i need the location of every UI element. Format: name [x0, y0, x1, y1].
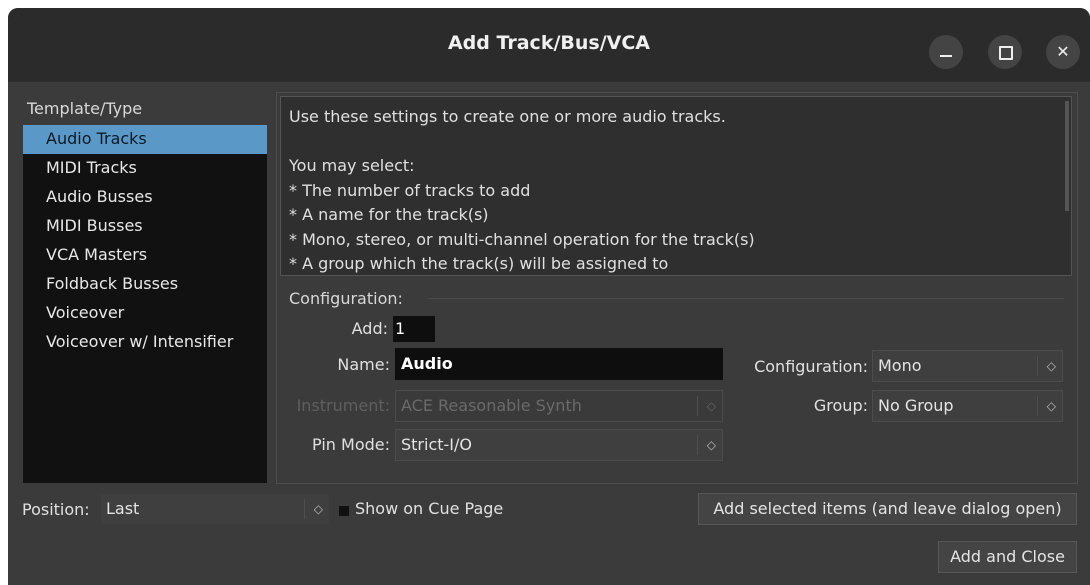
- add-count-input[interactable]: 1: [393, 316, 435, 342]
- group-value: No Group: [878, 396, 954, 415]
- combo-divider: [697, 435, 698, 455]
- show-cue-checkbox[interactable]: [339, 506, 349, 516]
- position-value: Last: [106, 499, 140, 518]
- combo-arrow-icon: ◇: [706, 399, 716, 413]
- combo-arrow-icon: ◇: [313, 502, 323, 516]
- position-label: Position:: [22, 500, 90, 519]
- configuration-separator: [428, 298, 1064, 299]
- instrument-select: ACE Reasonable Synth ◇: [395, 390, 723, 422]
- description-box[interactable]: Use these settings to create one or more…: [280, 96, 1072, 276]
- dialog-title: Add Track/Bus/VCA: [447, 32, 651, 54]
- type-item-audio-busses[interactable]: Audio Busses: [23, 183, 267, 212]
- combo-divider: [697, 396, 698, 416]
- combo-divider: [304, 499, 305, 519]
- show-cue-label[interactable]: Show on Cue Page: [355, 499, 503, 518]
- position-select[interactable]: Last ◇: [100, 493, 330, 525]
- combo-arrow-icon: ◇: [706, 438, 716, 452]
- close-button[interactable]: ✕: [1046, 35, 1080, 69]
- group-select[interactable]: No Group ◇: [872, 390, 1063, 422]
- template-type-label: Template/Type: [27, 99, 143, 118]
- type-item-foldback-busses[interactable]: Foldback Busses: [23, 270, 267, 299]
- description-text: Use these settings to create one or more…: [289, 107, 755, 273]
- name-label: Name:: [337, 355, 390, 374]
- maximize-icon: [999, 46, 1013, 60]
- minimize-icon: [940, 55, 952, 57]
- combo-divider: [1037, 396, 1038, 416]
- configuration-label: Configuration:: [754, 357, 868, 376]
- name-input[interactable]: Audio: [395, 348, 723, 380]
- close-icon: ✕: [1056, 42, 1070, 61]
- group-label: Group:: [813, 396, 868, 415]
- type-item-midi-tracks[interactable]: MIDI Tracks: [23, 154, 267, 183]
- add-selected-button[interactable]: Add selected items (and leave dialog ope…: [698, 493, 1077, 525]
- combo-arrow-icon: ◇: [1046, 399, 1056, 413]
- add-track-dialog: Add Track/Bus/VCA ✕ Template/Type Audio …: [8, 8, 1090, 585]
- type-item-audio-tracks[interactable]: Audio Tracks: [23, 125, 267, 154]
- add-and-close-button[interactable]: Add and Close: [938, 541, 1077, 573]
- type-item-vca-masters[interactable]: VCA Masters: [23, 241, 267, 270]
- maximize-button[interactable]: [988, 35, 1022, 69]
- minimize-button[interactable]: [929, 35, 963, 69]
- title-bar[interactable]: Add Track/Bus/VCA ✕: [8, 8, 1090, 82]
- combo-divider: [1037, 356, 1038, 376]
- configuration-section-label: Configuration:: [289, 289, 403, 308]
- instrument-value: ACE Reasonable Synth: [401, 396, 582, 415]
- template-type-list[interactable]: Audio Tracks MIDI Tracks Audio Busses MI…: [23, 125, 267, 483]
- type-item-voiceover-intensifier[interactable]: Voiceover w/ Intensifier: [23, 328, 267, 357]
- type-item-voiceover[interactable]: Voiceover: [23, 299, 267, 328]
- configuration-value: Mono: [878, 356, 922, 375]
- pin-mode-label: Pin Mode:: [312, 435, 390, 454]
- type-item-midi-busses[interactable]: MIDI Busses: [23, 212, 267, 241]
- description-scrollbar[interactable]: [1065, 101, 1069, 211]
- add-label: Add:: [351, 319, 388, 338]
- instrument-label: Instrument:: [296, 396, 390, 415]
- configuration-select[interactable]: Mono ◇: [872, 350, 1063, 382]
- pin-mode-value: Strict-I/O: [401, 435, 472, 454]
- pin-mode-select[interactable]: Strict-I/O ◇: [395, 429, 723, 461]
- combo-arrow-icon: ◇: [1046, 359, 1056, 373]
